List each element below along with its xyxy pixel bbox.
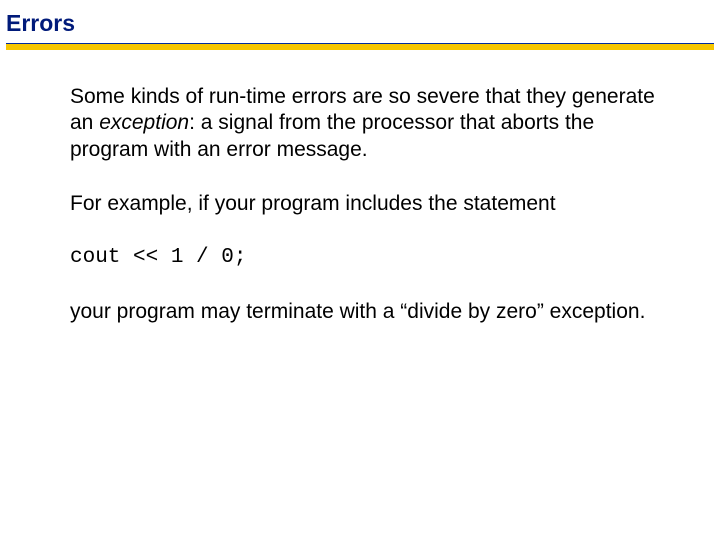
- para1-emphasis: exception: [99, 111, 189, 134]
- paragraph-2: For example, if your program includes th…: [70, 191, 664, 217]
- slide: Errors Some kinds of run-time errors are…: [0, 0, 720, 540]
- slide-title: Errors: [0, 0, 720, 43]
- paragraph-1: Some kinds of run-time errors are so sev…: [70, 84, 664, 163]
- slide-body: Some kinds of run-time errors are so sev…: [0, 50, 720, 326]
- paragraph-3: your program may terminate with a “divid…: [70, 299, 664, 325]
- title-underline: [6, 43, 714, 50]
- code-example: cout << 1 / 0;: [70, 245, 664, 271]
